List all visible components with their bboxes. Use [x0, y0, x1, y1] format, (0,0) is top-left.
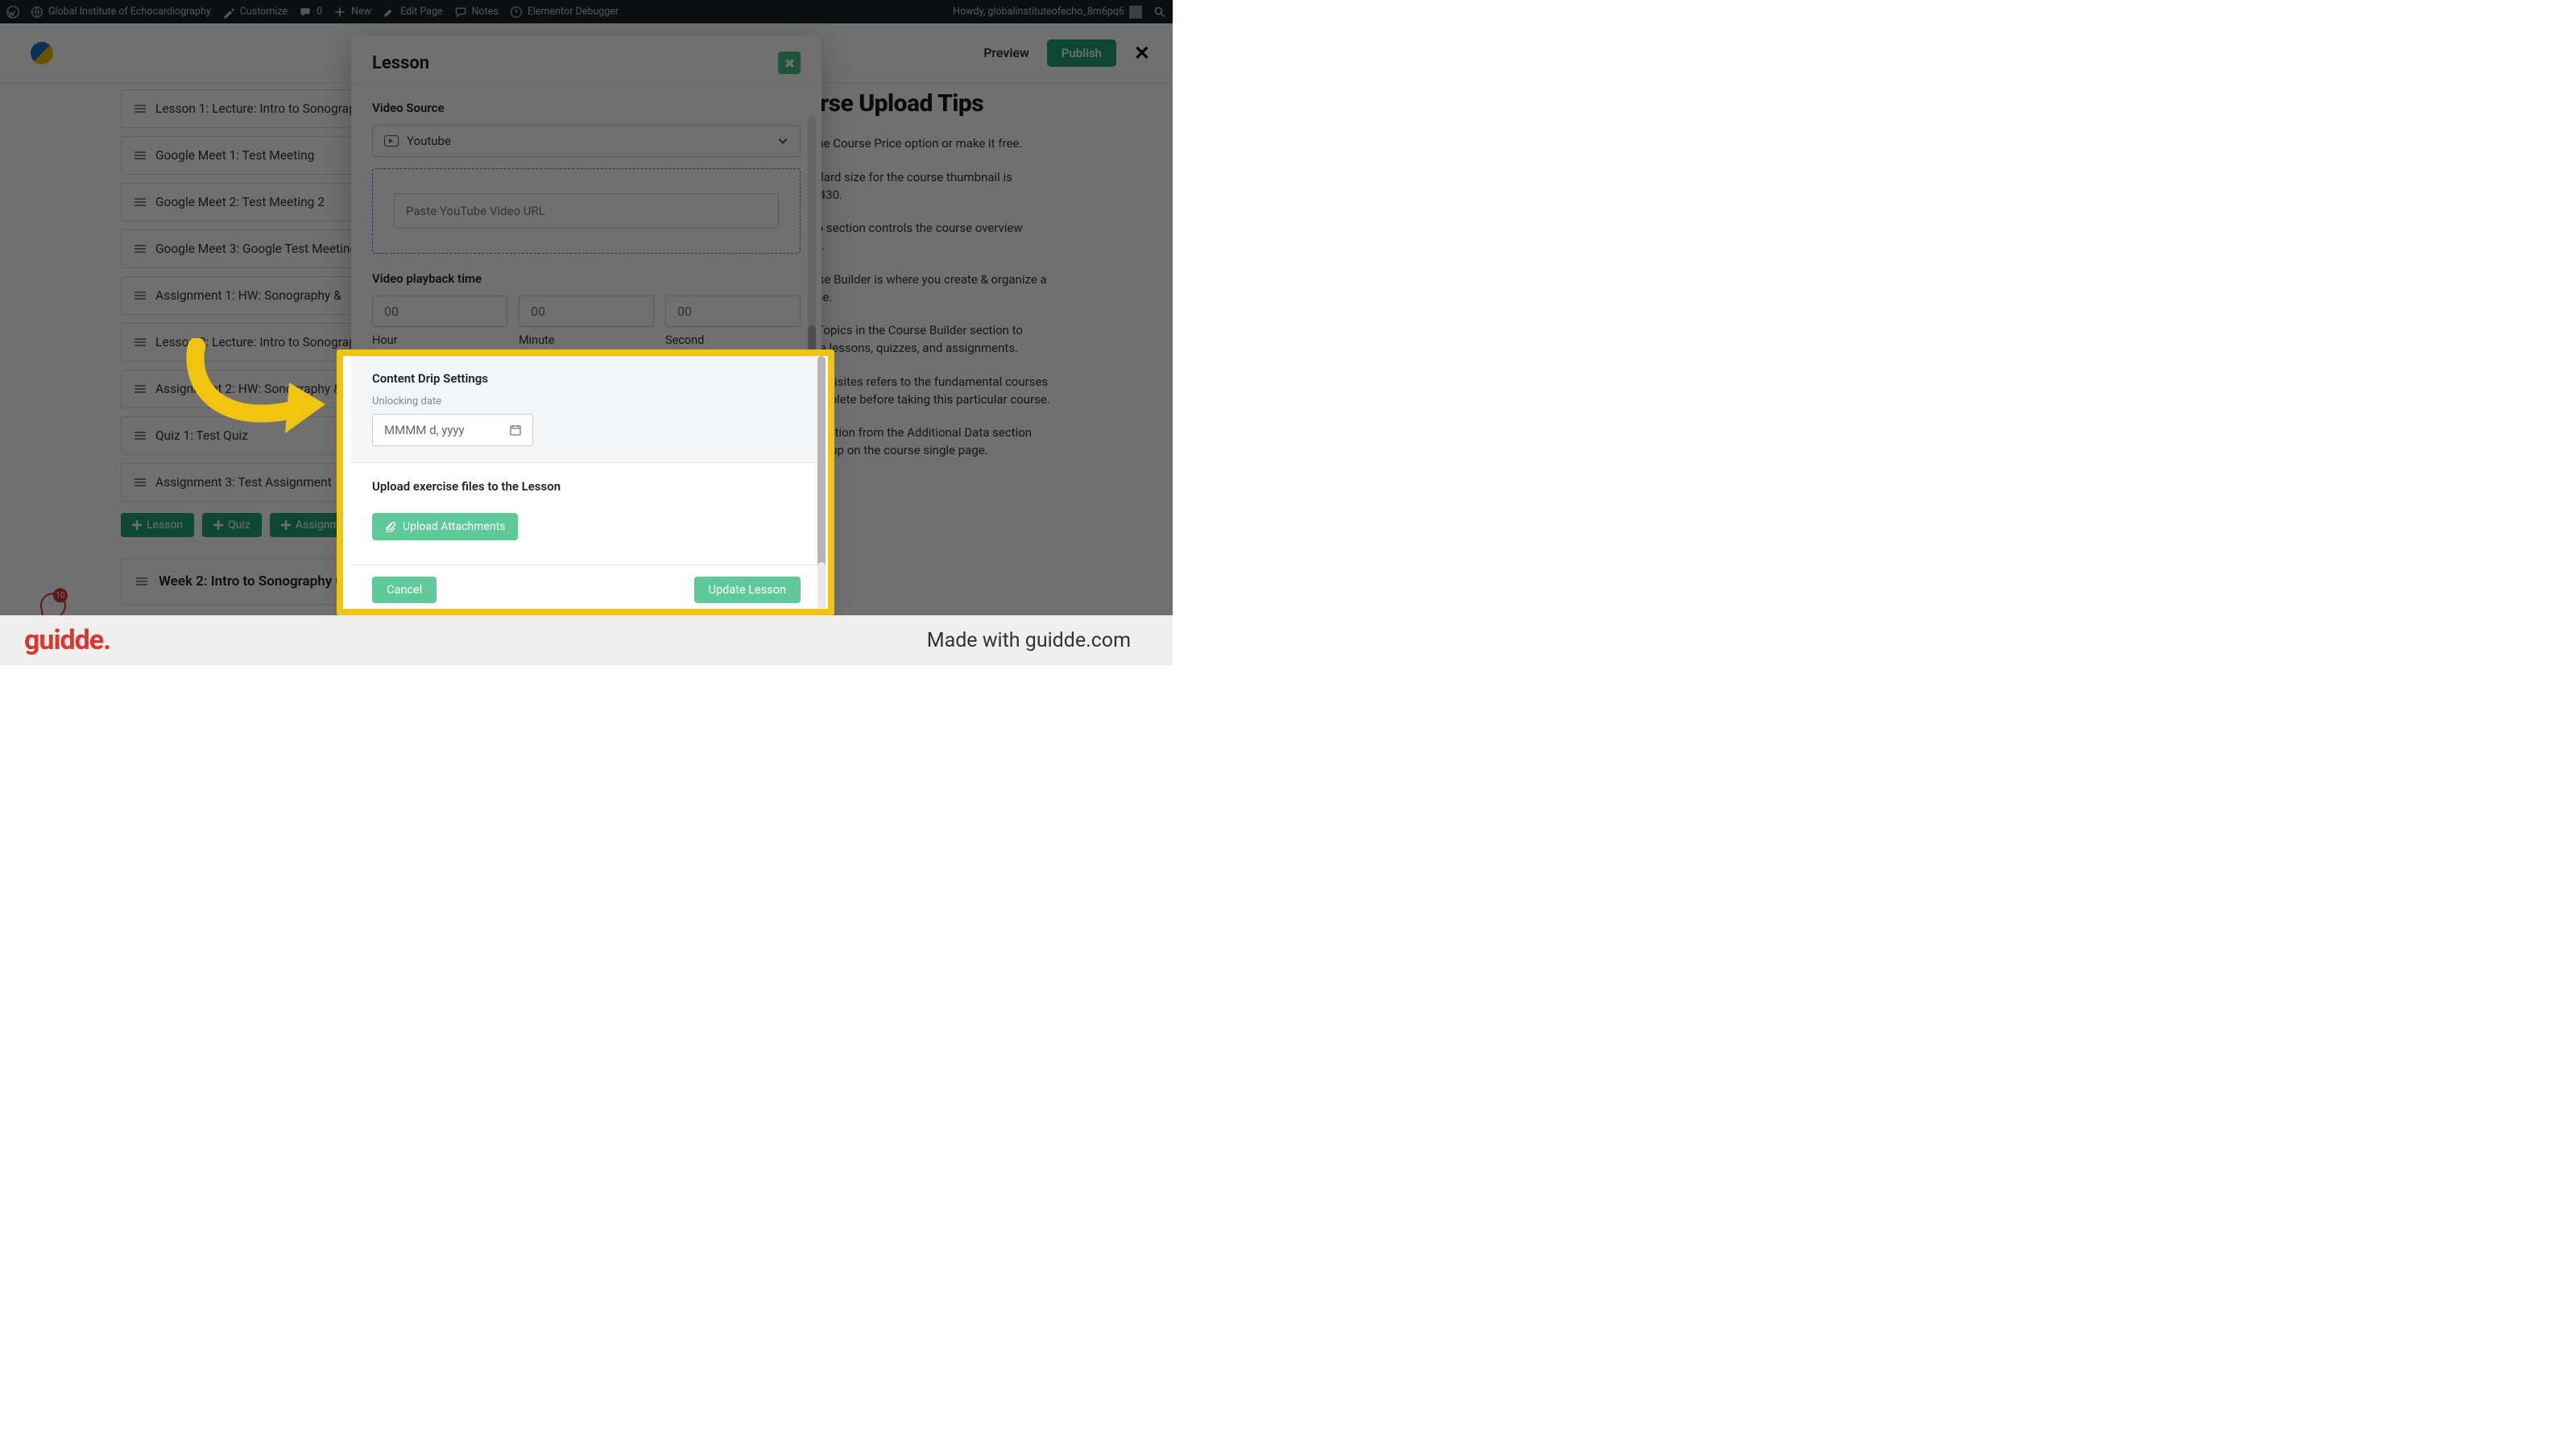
wp-new[interactable]: New [333, 6, 371, 19]
list-item-label: Quiz 1: Test Quiz [155, 428, 248, 443]
upload-title: Upload exercise files to the Lesson [372, 479, 801, 494]
list-item-label: Lesson 2: Lecture: Intro to Sonography [155, 335, 369, 350]
minute-label: Minute [519, 333, 654, 347]
wp-comments-count: 0 [317, 6, 322, 18]
wp-notes[interactable]: Notes [454, 6, 499, 19]
playback-time-row: Hour Minute Second [372, 296, 801, 347]
chip-label: Quiz [228, 519, 250, 532]
wp-edit-label: Edit Page [400, 6, 443, 18]
guidde-logo: guidde. [24, 624, 110, 656]
wp-howdy[interactable]: Howdy, globalinstituteofecho_8m6pq6 [953, 6, 1142, 19]
list-item-label: Assignment 1: HW: Sonography & [155, 288, 341, 303]
video-url-dropzone[interactable] [372, 168, 801, 254]
publish-button[interactable]: Publish [1047, 39, 1116, 67]
second-label: Second [665, 333, 801, 347]
upload-btn-label: Upload Attachments [403, 520, 505, 533]
list-item-label: Assignment 2: HW: Sonography & [155, 382, 341, 396]
notif-count: 10 [53, 588, 68, 602]
cancel-button[interactable]: Cancel [372, 577, 437, 603]
modal-header: Lesson [351, 35, 822, 85]
avatar [1129, 6, 1142, 19]
video-url-input[interactable] [394, 193, 779, 229]
date-placeholder: MMMM d, yyyy [384, 423, 465, 437]
list-item-label: Google Meet 2: Test Meeting 2 [155, 195, 325, 209]
modal-close-button[interactable] [778, 52, 801, 74]
list-item-label: Lesson 1: Lecture: Intro to Sonography [155, 101, 369, 116]
drag-handle-icon[interactable] [135, 292, 146, 300]
drag-handle-icon[interactable] [135, 151, 146, 159]
wp-comments[interactable]: 0 [299, 6, 322, 19]
drip-title: Content Drip Settings [372, 371, 801, 386]
drag-handle-icon[interactable] [136, 577, 147, 585]
wp-customize-label: Customize [240, 6, 288, 18]
drip-section: Content Drip Settings Unlocking date MMM… [351, 356, 822, 463]
drag-handle-icon[interactable] [135, 105, 146, 113]
guidde-credit: Made with guidde.com [927, 629, 1131, 652]
drag-handle-icon[interactable] [135, 245, 146, 253]
update-lesson-button[interactable]: Update Lesson [694, 577, 801, 603]
chevron-down-icon [777, 135, 788, 147]
wp-howdy-label: Howdy, globalinstituteofecho_8m6pq6 [953, 6, 1124, 18]
list-item-label: Assignment 3: Test Assignment [155, 475, 332, 490]
calendar-icon [510, 424, 521, 436]
paperclip-icon [385, 521, 396, 532]
list-item-label: Google Meet 1: Test Meeting [155, 148, 314, 163]
unlock-date-label: Unlocking date [372, 395, 801, 407]
add-lesson-button[interactable]: Lesson [121, 513, 194, 537]
select-value: Youtube [407, 134, 451, 148]
add-quiz-button[interactable]: Quiz [202, 513, 262, 537]
wp-debugger-label: Elementor Debugger [528, 6, 619, 18]
drag-handle-icon[interactable] [135, 432, 146, 440]
wp-elementor-debugger[interactable]: Elementor Debugger [510, 6, 619, 19]
modal-scrollbar[interactable] [817, 562, 826, 609]
chip-label: Lesson [147, 519, 183, 532]
upload-attachments-button[interactable]: Upload Attachments [372, 513, 518, 540]
hour-label: Hour [372, 333, 507, 347]
preview-button[interactable]: Preview [983, 45, 1029, 60]
upload-section: Upload exercise files to the Lesson Uplo… [372, 463, 801, 560]
video-source-label: Video Source [372, 101, 801, 115]
close-editor-icon[interactable]: ✕ [1134, 42, 1150, 64]
video-source-select[interactable]: Youtube [372, 125, 801, 157]
highlight-crisp-zone: Content Drip Settings Unlocking date MMM… [343, 356, 828, 609]
modal-footer: Cancel Update Lesson [351, 565, 822, 609]
list-item-label: Google Meet 3: Google Test Meeting [155, 242, 357, 256]
drag-handle-icon[interactable] [135, 198, 146, 206]
wp-logo[interactable] [6, 6, 19, 19]
second-input[interactable] [665, 296, 801, 327]
guidde-bar: guidde. Made with guidde.com [0, 615, 1173, 665]
unlock-date-input[interactable]: MMMM d, yyyy [372, 414, 533, 446]
modal-title: Lesson [372, 53, 429, 73]
wp-admin-bar: Global Institute of Echocardiography Cus… [0, 0, 1173, 23]
wp-site-name[interactable]: Global Institute of Echocardiography [31, 6, 211, 19]
drag-handle-icon[interactable] [135, 338, 146, 346]
site-logo[interactable] [31, 42, 53, 64]
minute-input[interactable] [519, 296, 654, 327]
wp-site-label: Global Institute of Echocardiography [48, 6, 211, 18]
playback-label: Video playback time [372, 271, 801, 286]
wp-edit-page[interactable]: Edit Page [383, 6, 443, 19]
hour-input[interactable] [372, 296, 507, 327]
drag-handle-icon[interactable] [135, 478, 146, 486]
youtube-icon [384, 135, 399, 147]
wp-customize[interactable]: Customize [222, 6, 288, 19]
drag-handle-icon[interactable] [135, 385, 146, 393]
close-icon [784, 58, 795, 68]
wp-notes-label: Notes [472, 6, 499, 18]
wp-new-label: New [351, 6, 371, 18]
search-icon[interactable] [1153, 6, 1166, 19]
